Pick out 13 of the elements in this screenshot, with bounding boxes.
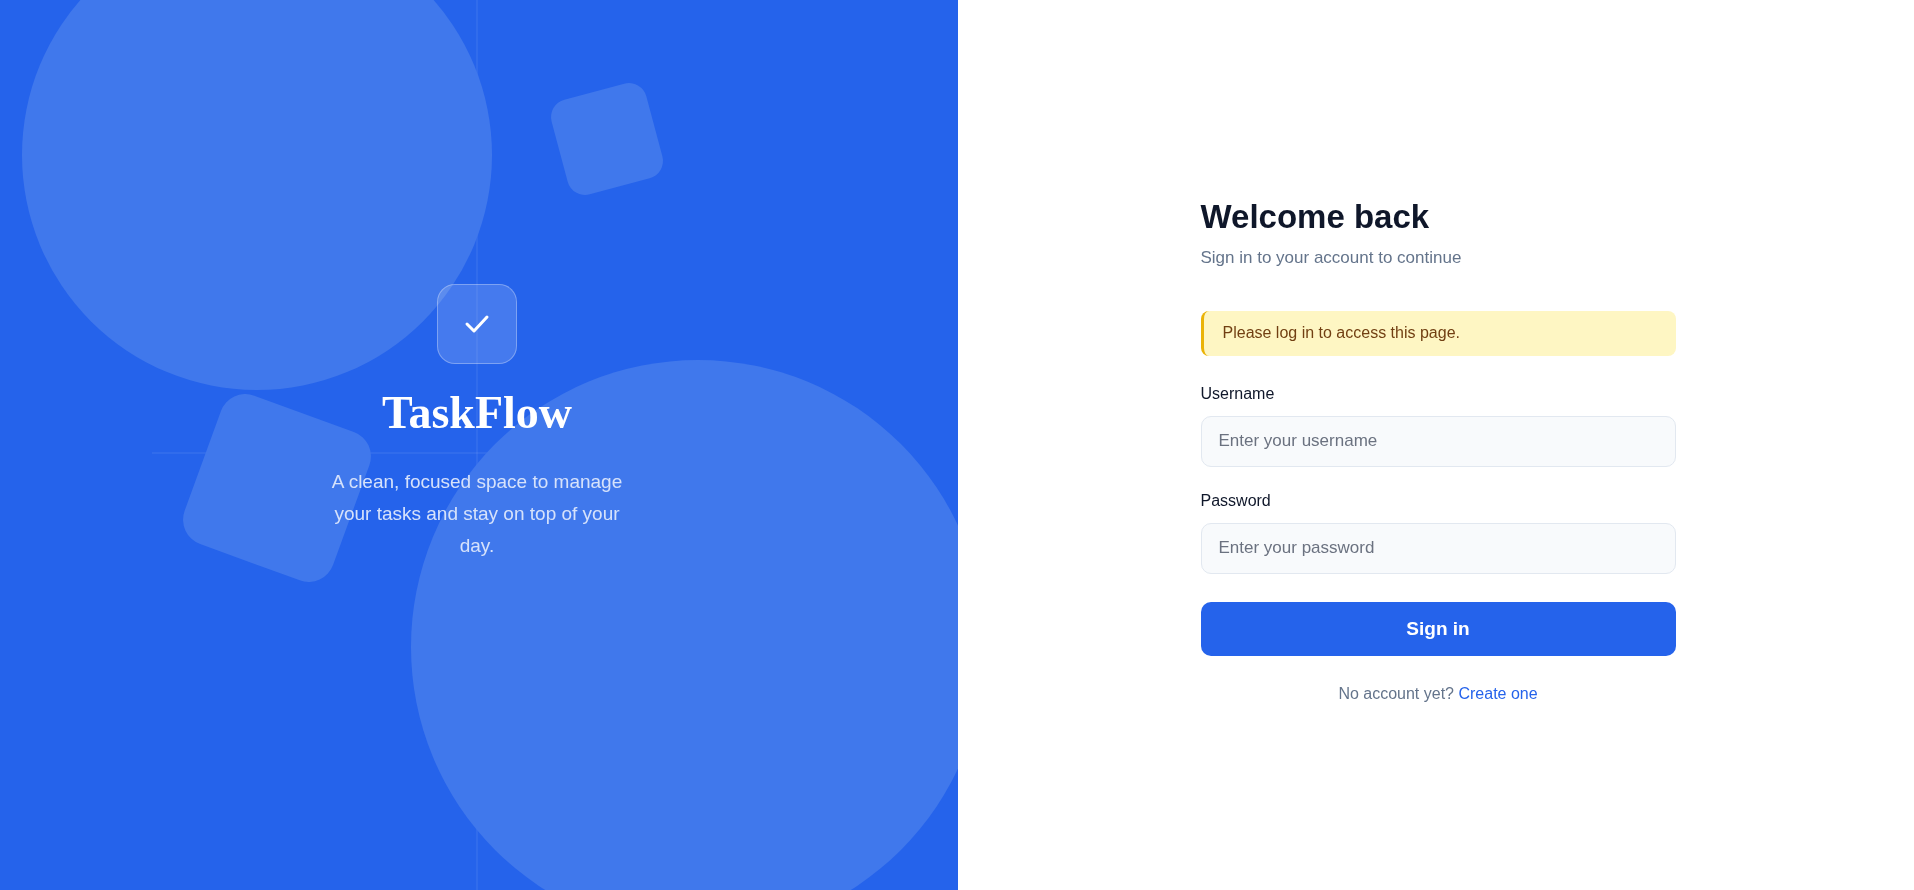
tagline: A clean, focused space to manage your tasks and stay on top of your day. <box>330 470 624 558</box>
create-account-link[interactable]: Create one <box>1458 684 1538 702</box>
field-label: Password <box>1200 490 1272 511</box>
input-field[interactable]: Enter your password <box>1200 522 1676 574</box>
alert-banner: Please log in to access this page. <box>1200 310 1676 356</box>
sign-in-button[interactable]: Sign in <box>1200 601 1676 656</box>
input-field[interactable]: Enter your username <box>1200 415 1676 467</box>
brand-name: TaskFlow <box>381 390 572 436</box>
form-title: Welcome back <box>1200 197 1431 238</box>
footer-text: No account yet? <box>1338 684 1454 702</box>
form-subtitle: Sign in to your account to continue <box>1200 247 1463 270</box>
check-icon <box>464 314 490 334</box>
field-label: Username <box>1200 383 1276 404</box>
